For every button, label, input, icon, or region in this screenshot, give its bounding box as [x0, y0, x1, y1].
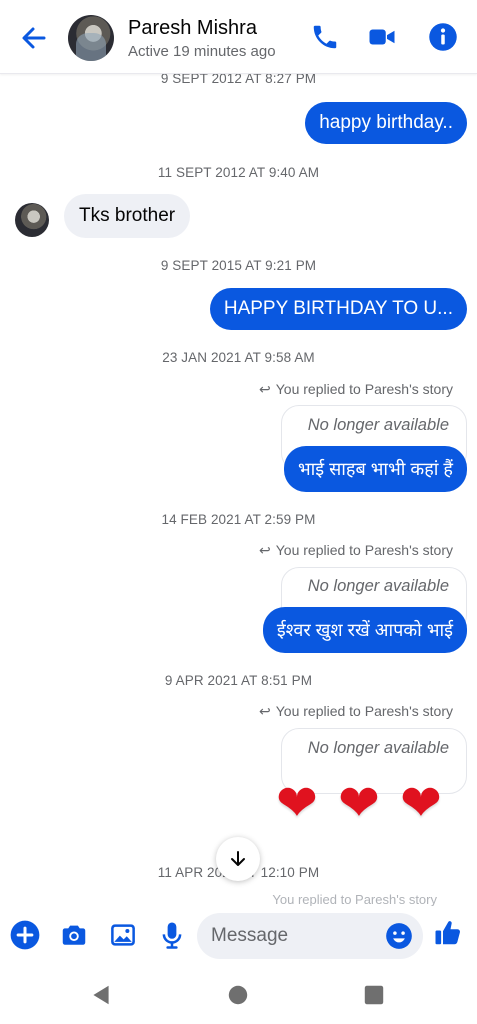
contact-avatar[interactable]: [68, 15, 114, 61]
gallery-icon[interactable]: [108, 920, 138, 950]
sent-message-bubble[interactable]: HAPPY BIRTHDAY TO U...: [209, 288, 467, 330]
camera-icon[interactable]: [59, 920, 89, 950]
microphone-icon[interactable]: [157, 920, 187, 950]
heart-emoji-icon: ❤: [400, 775, 444, 831]
reply-arrow-icon: ↩: [259, 381, 271, 397]
story-reply-note-text: You replied to Paresh's story: [275, 542, 453, 558]
back-arrow-icon[interactable]: [18, 22, 50, 54]
add-icon[interactable]: [10, 920, 40, 950]
system-navigation-bar: [0, 966, 477, 1024]
heart-emoji-icon: ❤: [276, 775, 320, 831]
sender-avatar[interactable]: [15, 203, 49, 237]
info-icon[interactable]: [428, 22, 458, 52]
message-timestamp: 9 SEPT 2015 AT 9:21 PM: [160, 258, 317, 273]
contact-name[interactable]: Paresh Mishra: [128, 17, 257, 40]
heart-emoji-message[interactable]: ❤ ❤ ❤: [267, 778, 453, 828]
sent-message-bubble[interactable]: भाई साहब भाभी कहां हैं: [283, 446, 467, 492]
partial-story-reply-note: You replied to Paresh's story: [272, 892, 437, 906]
story-reply-note: ↩ You replied to Paresh's story: [259, 542, 453, 559]
message-input[interactable]: Message: [197, 913, 423, 959]
arrow-down-icon: [231, 851, 245, 866]
home-circle-icon[interactable]: [225, 982, 251, 1008]
story-status-text: No longer available: [307, 739, 449, 757]
message-composer: Message: [0, 906, 477, 966]
message-timestamp: 14 FEB 2021 AT 2:59 PM: [161, 512, 316, 527]
story-status-text: No longer available: [307, 416, 449, 434]
video-camera-icon[interactable]: [367, 22, 397, 52]
reply-arrow-icon: ↩: [259, 703, 271, 719]
message-timestamp: 23 JAN 2021 AT 9:58 AM: [162, 350, 315, 365]
received-message-bubble[interactable]: Tks brother: [64, 194, 191, 238]
chat-header: Paresh Mishra Active 19 minutes ago: [0, 0, 477, 74]
heart-emoji-icon: ❤: [338, 775, 382, 831]
emoji-icon[interactable]: [385, 922, 413, 950]
sent-message-bubble[interactable]: ईश्वर खुश रखें आपको भाई: [262, 607, 467, 653]
contact-status: Active 19 minutes ago: [128, 43, 276, 60]
story-reply-note: ↩ You replied to Paresh's story: [259, 381, 453, 398]
story-reply-note: ↩ You replied to Paresh's story: [259, 703, 453, 720]
story-status-text: No longer available: [307, 577, 449, 595]
sent-message-bubble[interactable]: happy birthday..: [305, 102, 467, 144]
scroll-to-bottom-button[interactable]: [216, 837, 260, 881]
thumbs-up-icon[interactable]: [433, 918, 463, 948]
story-reply-note-text: You replied to Paresh's story: [275, 703, 453, 719]
story-reply-note-text: You replied to Paresh's story: [275, 381, 453, 397]
message-timestamp: 11 SEPT 2012 AT 9:40 AM: [157, 165, 320, 180]
recents-square-icon[interactable]: [361, 982, 387, 1008]
reply-arrow-icon: ↩: [259, 542, 271, 558]
back-triangle-icon[interactable]: [88, 982, 114, 1008]
message-input-placeholder: Message: [211, 925, 289, 946]
phone-icon[interactable]: [310, 22, 340, 52]
message-timestamp: 9 APR 2021 AT 8:51 PM: [164, 673, 313, 688]
